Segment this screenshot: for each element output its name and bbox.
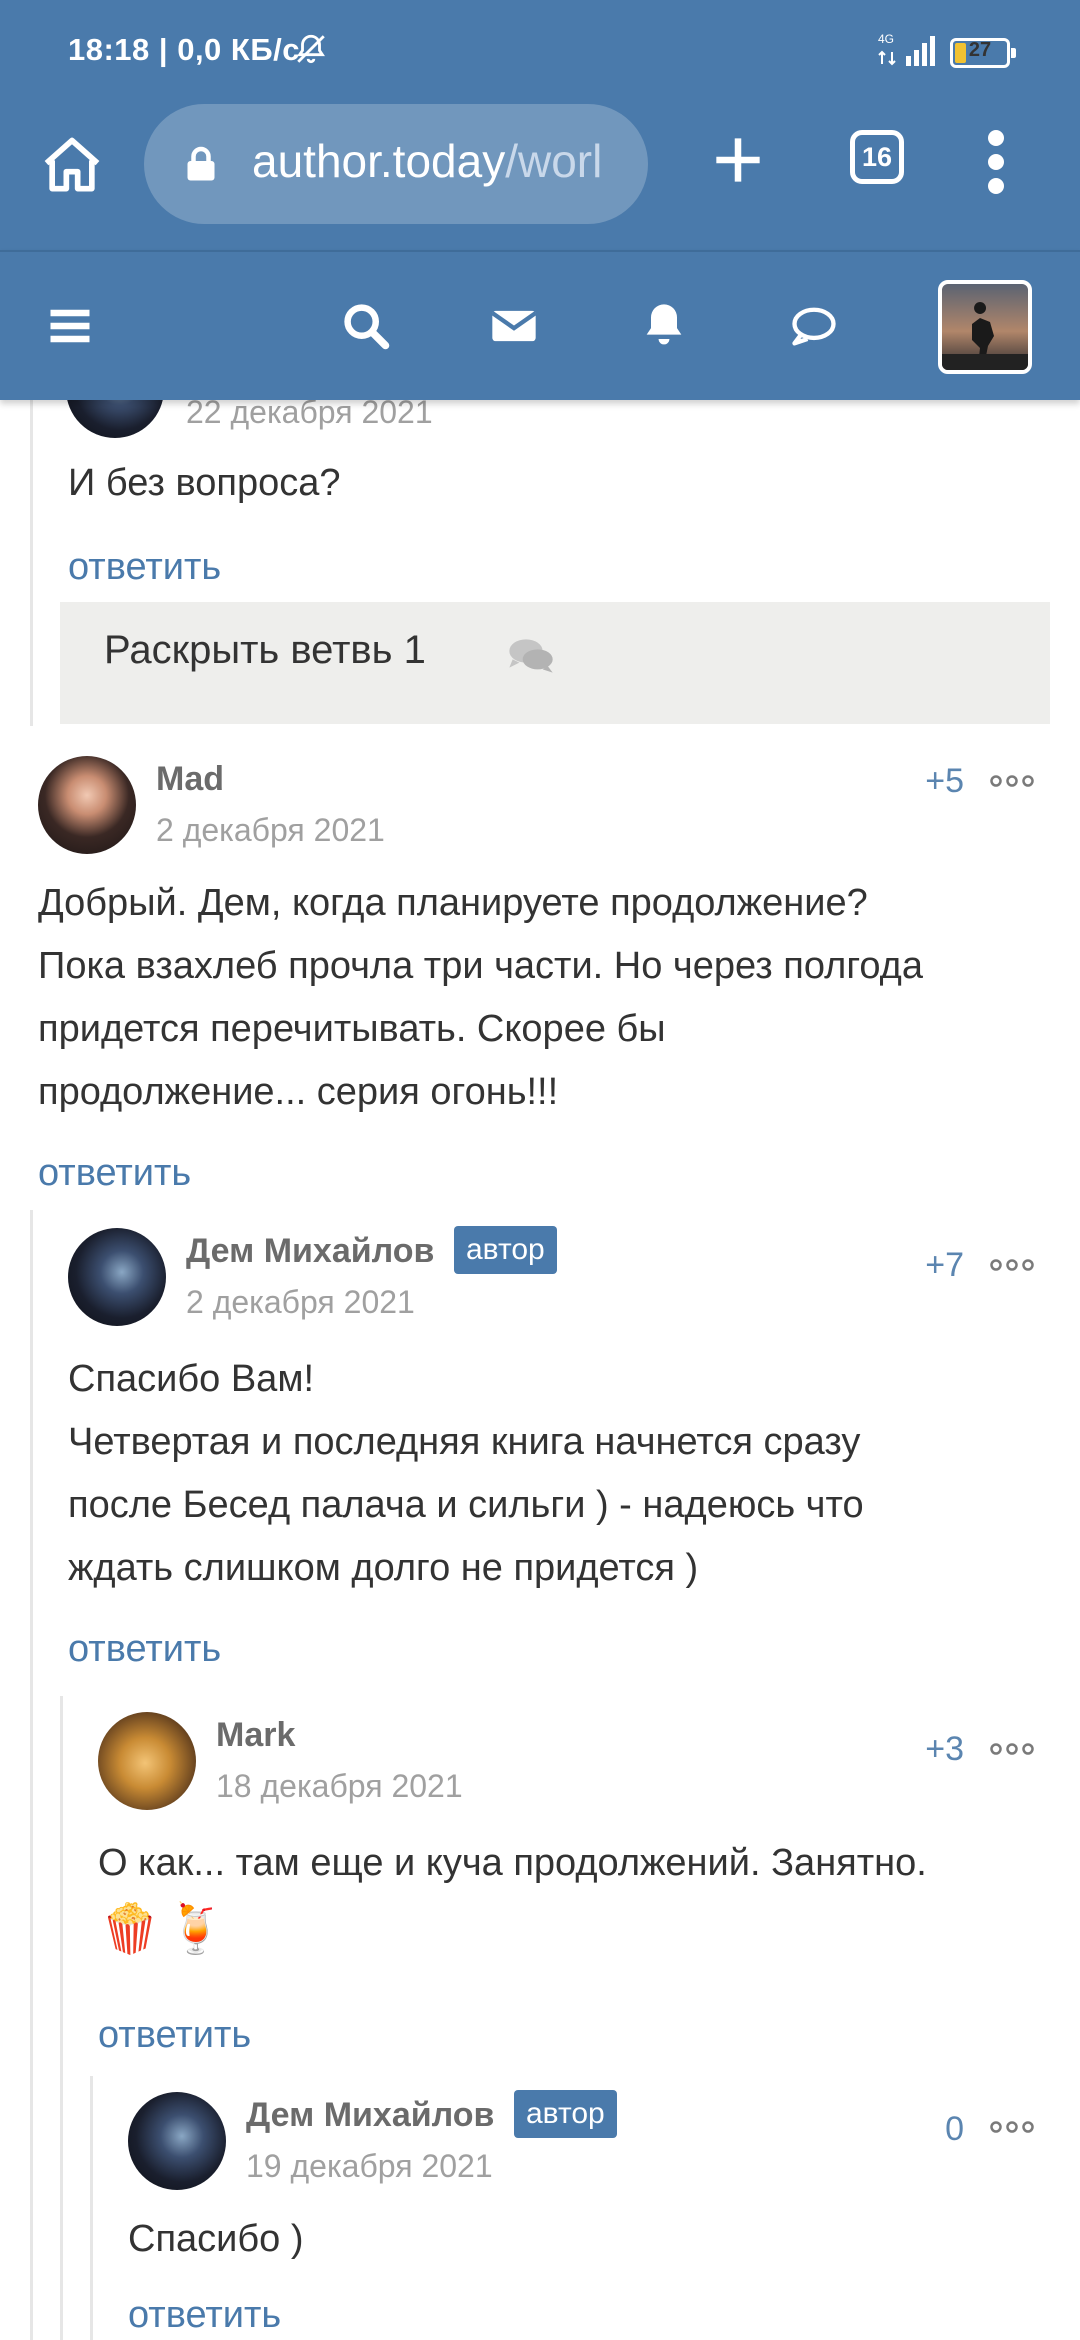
svg-text:4G: 4G (878, 32, 894, 46)
tab-count-button[interactable]: 16 (850, 130, 904, 184)
site-navbar (0, 250, 1080, 400)
thread-line (60, 1696, 63, 2340)
comment-text: И без вопроса? (68, 462, 341, 504)
comment-date: 18 декабря 2021 (216, 1768, 463, 1804)
comment-line: Спасибо Вам! (68, 1358, 314, 1400)
author-name[interactable]: Mark (216, 1716, 295, 1755)
signal-icon: 4G (878, 32, 935, 66)
author-name[interactable]: Дем Михайлов (246, 2096, 494, 2135)
new-tab-icon[interactable] (712, 134, 764, 186)
status-bar: 18:18 | 0,0 КБ/с 4G 27 (0, 0, 1080, 90)
person-silhouette-icon (942, 302, 1028, 370)
comment-date: 19 декабря 2021 (246, 2148, 493, 2184)
comment-date: 22 декабря 2021 (186, 400, 433, 430)
reply-link[interactable]: ответить (68, 1628, 221, 1671)
home-icon[interactable] (38, 132, 106, 200)
author-badge: автор (514, 2090, 617, 2138)
status-time: 18:18 | 0,0 КБ/с (68, 32, 300, 67)
user-avatar[interactable] (938, 280, 1032, 374)
comments-area: 22 декабря 2021 И без вопроса? ответить … (0, 400, 1080, 2340)
mail-icon[interactable] (486, 300, 542, 352)
rating[interactable]: 0 (884, 2110, 964, 2149)
avatar[interactable] (66, 400, 164, 438)
url-bar[interactable]: author.today/worl (144, 104, 648, 224)
browser-toolbar: author.today/worl 16 (0, 90, 1080, 250)
comment-line: после Бесед палача и сильги ) - надеюсь … (68, 1484, 864, 1526)
avatar[interactable] (98, 1712, 196, 1810)
more-options-icon[interactable] (990, 1742, 1034, 1756)
reply-link[interactable]: ответить (68, 546, 221, 589)
chat-icon[interactable] (786, 300, 842, 352)
reply-link[interactable]: ответить (38, 1152, 191, 1195)
comment-line: Спасибо ) (128, 2218, 304, 2260)
comment-line: придется перечитывать. Скорее бы (38, 1008, 666, 1050)
avatar[interactable] (128, 2092, 226, 2190)
comment-line: ждать слишком долго не придется ) (68, 1547, 699, 1589)
comment-date: 2 декабря 2021 (156, 812, 385, 848)
more-options-icon[interactable] (990, 774, 1034, 788)
author-name[interactable]: Mad (156, 760, 224, 799)
expand-thread-button[interactable]: Раскрыть ветвь 1 (60, 602, 1050, 724)
bell-muted-icon (297, 34, 325, 64)
browser-menu-icon[interactable] (982, 130, 1010, 194)
author-name[interactable]: Дем Михайлов (186, 1232, 434, 1271)
comment-line: Пока взахлеб прочла три части. Но через … (38, 945, 923, 987)
comment-line: Добрый. Дем, когда планируете продолжени… (38, 882, 868, 924)
battery-icon: 27 (950, 38, 1016, 68)
thread-line (30, 400, 33, 726)
url-text: author.today/worl (252, 135, 603, 187)
more-options-icon[interactable] (990, 1258, 1034, 1272)
reply-link[interactable]: ответить (98, 2014, 251, 2057)
lock-icon (187, 146, 215, 181)
rating[interactable]: +5 (884, 762, 964, 801)
rating[interactable]: +3 (884, 1730, 964, 1769)
avatar[interactable] (68, 1228, 166, 1326)
popcorn-emoji: 🍿 (100, 1903, 160, 1956)
thread-line (90, 2076, 93, 2340)
cocktail-emoji: 🍹 (166, 1903, 226, 1956)
comments-icon (509, 639, 553, 673)
comment-date: 2 декабря 2021 (186, 1284, 415, 1320)
comment-line: продолжение... серия огонь!!! (38, 1071, 559, 1113)
thread-line (30, 1210, 33, 2340)
reply-link[interactable]: ответить (128, 2294, 281, 2337)
expand-thread-label: Раскрыть ветвь 1 (104, 628, 426, 672)
avatar[interactable] (38, 756, 136, 854)
comment-line: Четвертая и последняя книга начнется сра… (68, 1421, 861, 1463)
author-badge: автор (454, 1226, 557, 1274)
comment-line: О как... там еще и куча продолжений. Зан… (98, 1842, 927, 1884)
menu-icon[interactable] (42, 300, 98, 352)
bell-icon[interactable] (636, 300, 692, 352)
rating[interactable]: +7 (884, 1246, 964, 1285)
more-options-icon[interactable] (990, 2120, 1034, 2134)
search-icon[interactable] (338, 300, 394, 352)
